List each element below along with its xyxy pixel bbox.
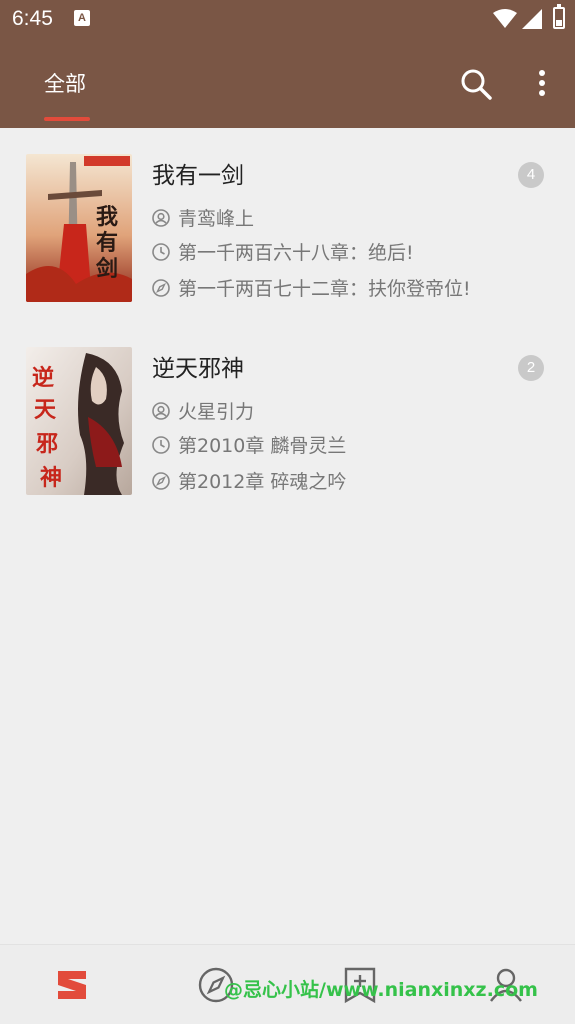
- book-latest: 第一千两百七十二章：扶你登帝位!: [178, 278, 471, 300]
- status-time: 6:45: [12, 7, 53, 30]
- compass-icon: [152, 279, 170, 297]
- book-last-read: 第2010章 麟骨灵兰: [178, 435, 347, 457]
- svg-text:剑: 剑: [95, 256, 118, 282]
- book-author: 火星引力: [178, 401, 255, 423]
- book-cover[interactable]: 我 有 剑: [26, 154, 132, 302]
- book-latest-row: 第2012章 碎魂之吟: [152, 467, 346, 494]
- book-title[interactable]: 逆天邪神: [152, 349, 244, 383]
- compass-icon: [152, 472, 170, 490]
- svg-text:邪: 邪: [35, 431, 58, 457]
- book-last-read-row: 第2010章 麟骨灵兰: [152, 431, 346, 458]
- app-bar: 全部: [0, 40, 575, 128]
- svg-text:有: 有: [96, 230, 118, 256]
- svg-text:神: 神: [40, 465, 62, 491]
- clock-icon: [152, 436, 170, 454]
- book-author-row: 青鸾峰上: [152, 204, 254, 231]
- book-latest-row: 第一千两百七十二章：扶你登帝位!: [152, 274, 471, 301]
- tab-indicator: [44, 117, 90, 121]
- book-author-row: 火星引力: [152, 397, 254, 424]
- bookshelf-icon[interactable]: [52, 965, 92, 1005]
- author-icon: [152, 402, 170, 420]
- more-options-icon[interactable]: [530, 66, 554, 102]
- book-cover[interactable]: 逆 天 邪 神: [26, 347, 132, 495]
- signal-icon: [522, 9, 542, 29]
- book-latest: 第2012章 碎魂之吟: [178, 471, 347, 493]
- clock-icon: [152, 243, 170, 261]
- book-title[interactable]: 我有一剑: [152, 156, 244, 190]
- book-author: 青鸾峰上: [178, 208, 255, 230]
- book-last-read-row: 第一千两百六十八章：绝后!: [152, 238, 414, 265]
- cover-title-text: 逆: [32, 365, 54, 391]
- book-item[interactable]: 逆 天 邪 神 逆天邪神 2 火星引力 第2010章 麟骨灵兰 第2012章 碎…: [0, 321, 575, 514]
- watermark-text: @忌心小站/www.nianxinxz.com: [224, 979, 538, 1001]
- battery-icon: [553, 4, 565, 29]
- unread-badge: 2: [518, 355, 544, 381]
- book-list: 我 有 剑 我有一剑 4 青鸾峰上 第一千两百六十八章：绝后! 第一千两百七十二…: [0, 128, 575, 514]
- svg-text:天: 天: [34, 397, 57, 423]
- author-icon: [152, 209, 170, 227]
- status-bar: 6:45 A: [0, 0, 575, 40]
- cover-title-text: 我: [96, 204, 118, 230]
- search-icon[interactable]: [458, 66, 494, 102]
- book-last-read: 第一千两百六十八章：绝后!: [178, 242, 414, 264]
- wifi-icon: [493, 9, 517, 28]
- book-item[interactable]: 我 有 剑 我有一剑 4 青鸾峰上 第一千两百六十八章：绝后! 第一千两百七十二…: [0, 128, 575, 321]
- tab-all[interactable]: 全部: [44, 68, 86, 98]
- notification-indicator: A: [74, 10, 90, 26]
- unread-badge: 4: [518, 162, 544, 188]
- top-bar: 6:45 A 全部: [0, 0, 575, 128]
